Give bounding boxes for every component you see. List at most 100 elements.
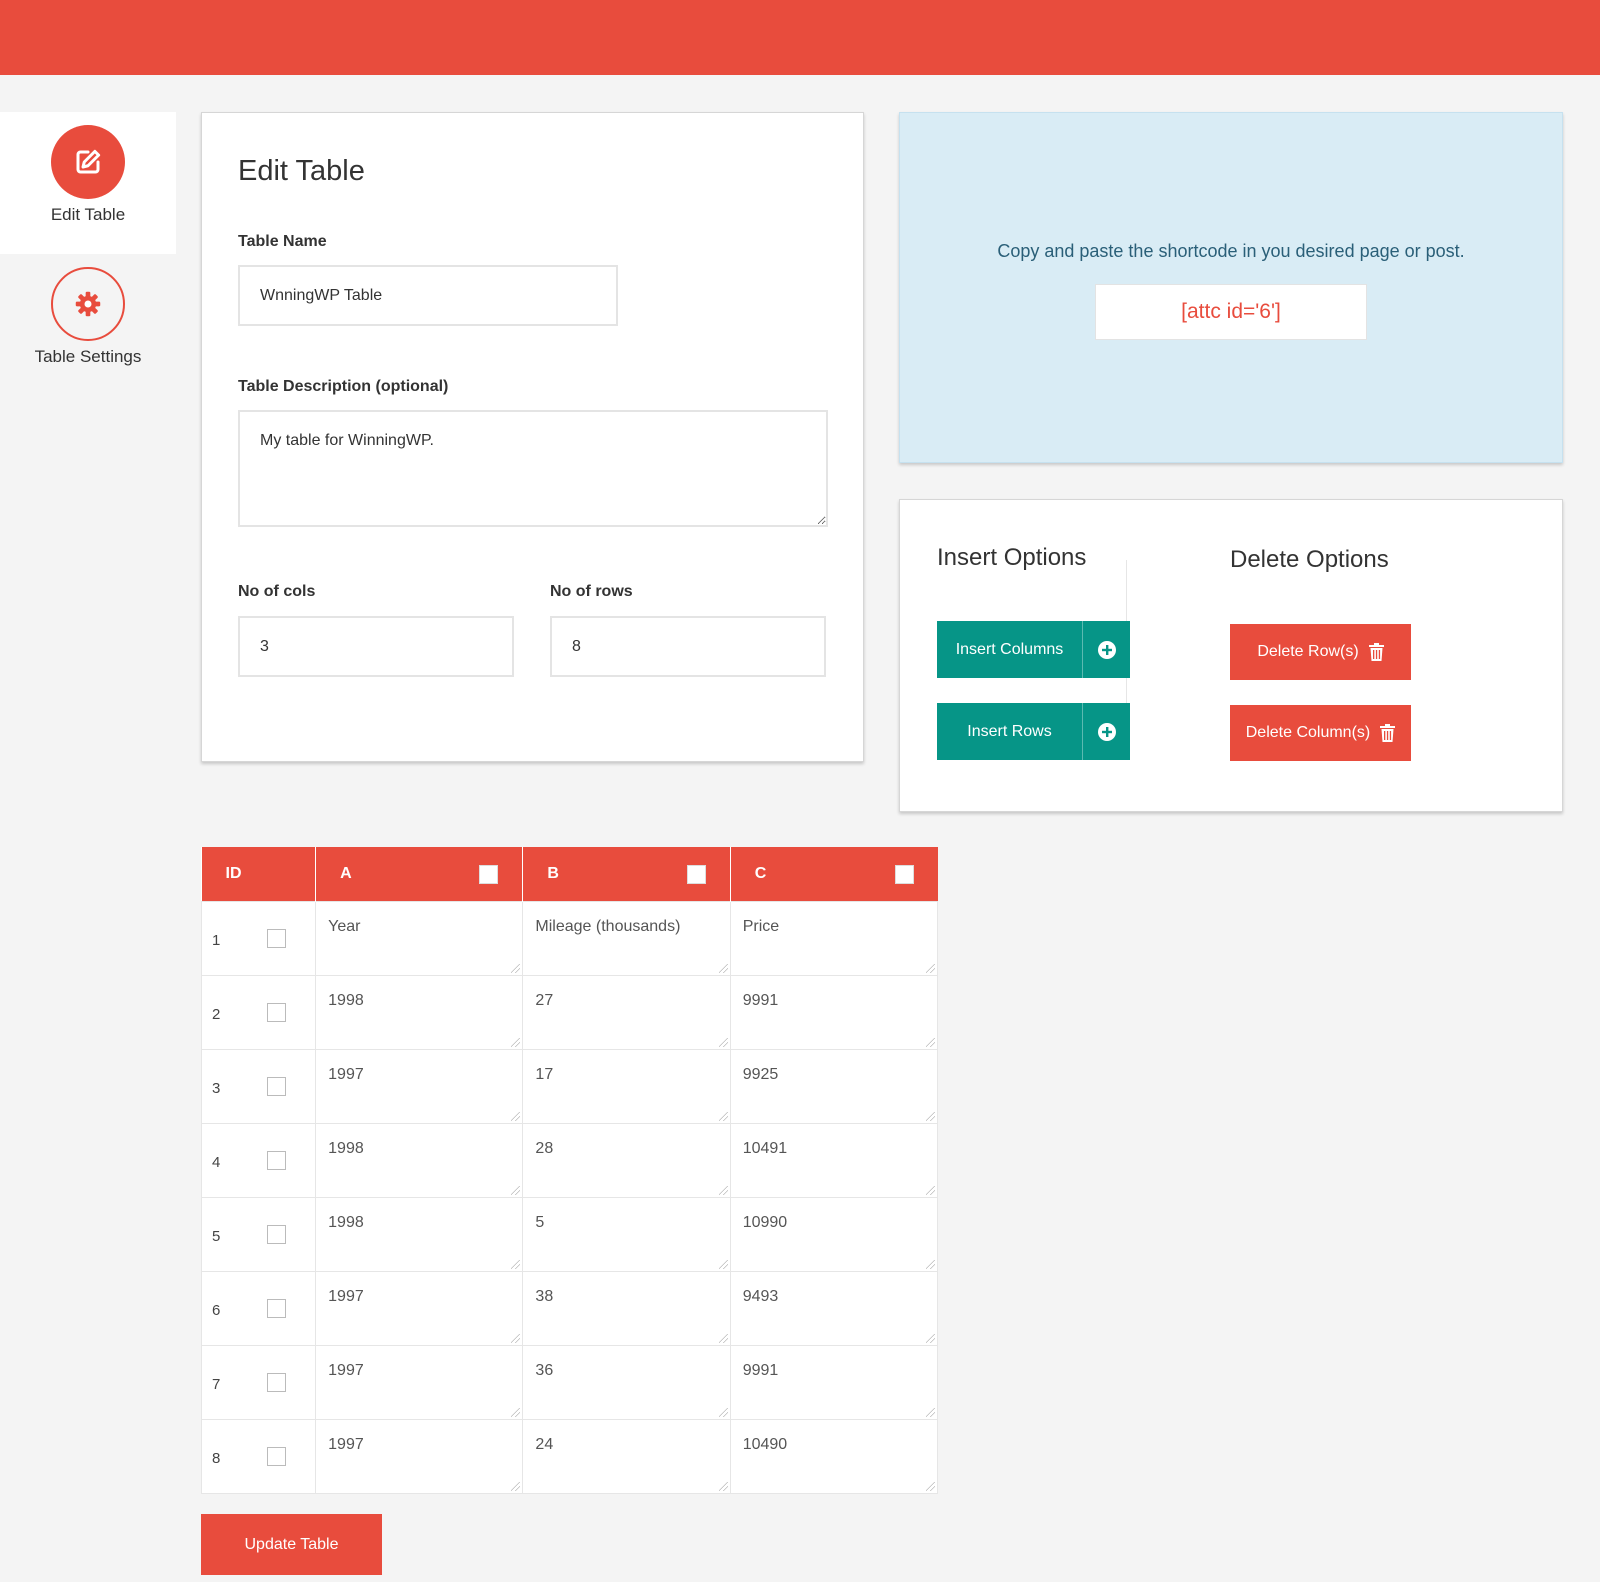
update-table-button[interactable]: Update Table	[201, 1514, 382, 1575]
shortcode-card: Copy and paste the shortcode in you desi…	[899, 112, 1563, 463]
cell-input[interactable]: 10491	[729, 1122, 939, 1198]
resize-handle[interactable]	[511, 1481, 521, 1491]
header-col-b: B	[522, 847, 731, 901]
delete-rows-button[interactable]: Delete Row(s)	[1230, 624, 1411, 680]
resize-handle[interactable]	[926, 1111, 935, 1121]
data-table: ID A B C 1 Year Mileage (thousands) Pric…	[200, 847, 939, 1494]
cell-input[interactable]: Price	[729, 900, 939, 976]
id-cell: 4	[200, 1122, 317, 1198]
delete-options-title: Delete Options	[1230, 546, 1389, 573]
edit-table-card: Edit Table Table Name Table Description …	[201, 112, 864, 762]
resize-handle[interactable]	[926, 1333, 935, 1343]
table-description-label: Table Description (optional)	[238, 378, 449, 395]
column-checkbox[interactable]	[686, 865, 706, 884]
resize-handle[interactable]	[926, 1185, 935, 1195]
table-description-input[interactable]: My table for WinningWP.	[238, 410, 828, 527]
insert-columns-button[interactable]: Insert Columns	[937, 621, 1130, 678]
resize-handle[interactable]	[511, 963, 521, 973]
row-checkbox[interactable]	[267, 1446, 286, 1466]
row-checkbox[interactable]	[267, 1150, 286, 1170]
resize-handle[interactable]	[718, 1111, 728, 1121]
edit-icon-circle	[51, 125, 125, 199]
shortcode-box[interactable]: [attc id='6']	[1095, 284, 1367, 340]
plus-circle-icon	[1082, 703, 1130, 760]
row-checkbox[interactable]	[267, 1372, 286, 1392]
resize-handle[interactable]	[718, 1407, 728, 1417]
id-cell: 1	[200, 900, 317, 976]
cell-input[interactable]: 1997	[315, 1270, 524, 1346]
rows-input[interactable]	[550, 616, 826, 677]
cell-input[interactable]: 1997	[315, 1418, 524, 1494]
row-checkbox[interactable]	[267, 1224, 286, 1244]
cell-input[interactable]: 9991	[729, 974, 939, 1050]
cell-input[interactable]: 9991	[729, 1344, 939, 1420]
id-cell: 5	[200, 1196, 317, 1272]
resize-handle[interactable]	[511, 1185, 521, 1195]
delete-columns-label: Delete Column(s)	[1245, 724, 1371, 741]
id-cell: 7	[200, 1344, 317, 1420]
resize-handle[interactable]	[926, 1037, 935, 1047]
trash-icon	[1380, 724, 1396, 742]
cell-input[interactable]: Mileage (thousands)	[522, 900, 731, 976]
sidebar-item-edit-table[interactable]: Edit Table	[0, 112, 176, 254]
resize-handle[interactable]	[511, 1333, 521, 1343]
resize-handle[interactable]	[718, 963, 728, 973]
column-checkbox[interactable]	[479, 865, 499, 884]
table-header-row: ID A B C	[201, 847, 938, 901]
id-cell: 3	[200, 1048, 317, 1124]
resize-handle[interactable]	[718, 1259, 728, 1269]
cell-input[interactable]: Year	[315, 900, 524, 976]
table-row: 1 Year Mileage (thousands) Price	[200, 900, 939, 976]
resize-handle[interactable]	[511, 1259, 521, 1269]
header-id: ID	[201, 847, 317, 901]
delete-columns-button[interactable]: Delete Column(s)	[1230, 705, 1411, 761]
cell-input[interactable]: 17	[522, 1048, 731, 1124]
cell-input[interactable]: 36	[522, 1344, 731, 1420]
resize-handle[interactable]	[511, 1111, 521, 1121]
table-row: 8 1997 24 10490	[200, 1418, 939, 1494]
row-checkbox[interactable]	[267, 928, 286, 948]
resize-handle[interactable]	[718, 1185, 728, 1195]
sidebar-item-label: Edit Table	[50, 205, 126, 224]
row-checkbox[interactable]	[267, 1002, 286, 1022]
edit-icon	[76, 149, 101, 174]
cell-input[interactable]: 1998	[315, 1122, 524, 1198]
cell-input[interactable]: 1997	[315, 1048, 524, 1124]
insert-columns-label: Insert Columns	[955, 640, 1064, 658]
cell-input[interactable]: 24	[522, 1418, 731, 1494]
cell-input[interactable]: 38	[522, 1270, 731, 1346]
id-cell: 6	[200, 1270, 317, 1346]
table-name-input[interactable]	[238, 265, 618, 326]
resize-handle[interactable]	[926, 1259, 935, 1269]
resize-handle[interactable]	[926, 1481, 935, 1491]
cell-input[interactable]: 1998	[315, 1196, 524, 1272]
top-bar	[0, 0, 1600, 75]
resize-handle[interactable]	[718, 1481, 728, 1491]
cell-input[interactable]: 28	[522, 1122, 731, 1198]
cell-input[interactable]: 10490	[729, 1418, 939, 1494]
resize-handle[interactable]	[926, 963, 935, 973]
row-checkbox[interactable]	[267, 1298, 286, 1318]
resize-handle[interactable]	[511, 1037, 521, 1047]
resize-handle[interactable]	[718, 1333, 728, 1343]
cell-input[interactable]: 9925	[729, 1048, 939, 1124]
cell-input[interactable]: 1998	[315, 974, 524, 1050]
header-col-a: A	[315, 847, 524, 901]
trash-icon	[1368, 643, 1384, 661]
cell-input[interactable]: 9493	[729, 1270, 939, 1346]
row-checkbox[interactable]	[267, 1076, 286, 1096]
cell-input[interactable]: 27	[522, 974, 731, 1050]
cell-input[interactable]: 1997	[315, 1344, 524, 1420]
id-cell: 8	[200, 1418, 317, 1494]
insert-rows-label: Insert Rows	[967, 722, 1052, 740]
resize-handle[interactable]	[926, 1407, 935, 1417]
cell-input[interactable]: 10990	[729, 1196, 939, 1272]
column-checkbox[interactable]	[894, 865, 914, 884]
insert-rows-button[interactable]: Insert Rows	[937, 703, 1130, 760]
resize-handle[interactable]	[511, 1407, 521, 1417]
resize-handle[interactable]	[718, 1037, 728, 1047]
cell-input[interactable]: 5	[522, 1196, 731, 1272]
rows-label: No of rows	[550, 583, 633, 600]
sidebar-item-table-settings[interactable]: Table Settings	[0, 254, 176, 396]
cols-input[interactable]	[238, 616, 514, 677]
